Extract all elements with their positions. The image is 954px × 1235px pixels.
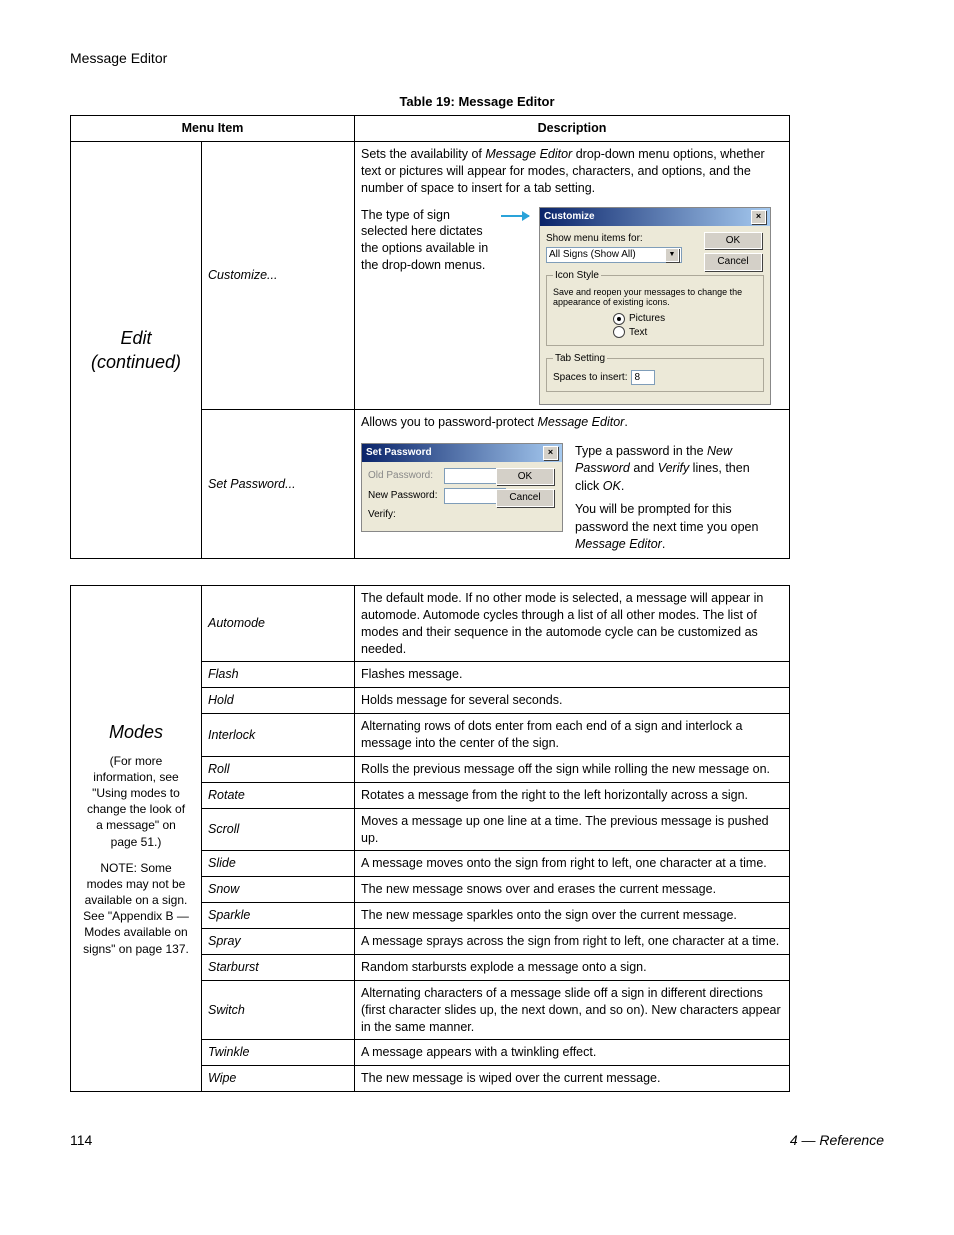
table-modes: Modes (For more information, see "Using m… [70, 585, 790, 1092]
mode-desc: The new message snows over and erases th… [355, 877, 790, 903]
icon-style-hint: Save and reopen your messages to change … [553, 287, 757, 309]
mode-item: Wipe [202, 1066, 355, 1092]
radio-pictures[interactable]: Pictures [613, 312, 757, 326]
mode-desc: Alternating characters of a message slid… [355, 980, 790, 1040]
mode-item: Scroll [202, 808, 355, 851]
radio-icon [613, 313, 625, 325]
edit-heading-line2: (continued) [77, 350, 195, 374]
mode-item: Starburst [202, 954, 355, 980]
col-menu: Menu Item [71, 116, 355, 142]
section-label: 4 — Reference [790, 1132, 884, 1148]
mode-desc: A message appears with a twinkling effec… [355, 1040, 790, 1066]
col-desc: Description [355, 116, 790, 142]
arrow-icon [501, 215, 529, 217]
mode-item: Roll [202, 756, 355, 782]
setpassword-side2: You will be prompted for this password t… [575, 501, 765, 554]
spaces-label: Spaces to insert: [553, 371, 627, 385]
verify-label: Verify: [368, 508, 438, 522]
radio-icon [613, 326, 625, 338]
customize-desc: Sets the availability of Message Editor … [361, 146, 783, 197]
dialog-title-text: Customize [544, 210, 595, 224]
menu-item-customize: Customize... [202, 141, 355, 409]
modes-heading: Modes [77, 720, 195, 744]
setpassword-dialog: Set Password × OK Cancel Old Password: [361, 443, 563, 533]
mode-item: Automode [202, 585, 355, 662]
mode-desc: Holds message for several seconds. [355, 688, 790, 714]
chevron-down-icon[interactable]: ▼ [665, 248, 679, 262]
spaces-input[interactable]: 8 [631, 370, 655, 386]
page-number: 114 [70, 1132, 92, 1148]
icon-style-fieldset: Icon Style Save and reopen your messages… [546, 269, 764, 346]
table-title: Table 19: Message Editor [70, 94, 884, 109]
cancel-button[interactable]: Cancel [704, 253, 762, 271]
mode-item: Snow [202, 877, 355, 903]
mode-item: Interlock [202, 714, 355, 757]
table-edit: Menu Item Description Edit (continued) C… [70, 115, 790, 559]
mode-item: Rotate [202, 782, 355, 808]
menu-item-setpassword: Set Password... [202, 410, 355, 559]
mode-desc: Rolls the previous message off the sign … [355, 756, 790, 782]
close-icon[interactable]: × [543, 446, 558, 460]
setpassword-desc: Allows you to password-protect Message E… [361, 414, 783, 431]
modes-note2: NOTE: Some modes may not be available on… [77, 860, 195, 957]
ok-button[interactable]: OK [496, 468, 554, 486]
close-icon[interactable]: × [751, 210, 766, 224]
mode-desc: Alternating rows of dots enter from each… [355, 714, 790, 757]
mode-desc: Rotates a message from the right to the … [355, 782, 790, 808]
mode-item: Switch [202, 980, 355, 1040]
modes-menu-cell: Modes (For more information, see "Using m… [71, 585, 202, 1091]
tab-setting-fieldset: Tab Setting Spaces to insert: 8 [546, 352, 764, 392]
ok-button[interactable]: OK [704, 232, 762, 250]
mode-desc: Random starbursts explode a message onto… [355, 954, 790, 980]
mode-desc: Flashes message. [355, 662, 790, 688]
mode-desc: A message moves onto the sign from right… [355, 851, 790, 877]
dialog-title-text: Set Password [366, 446, 432, 460]
customize-dialog: Customize × OK Cancel Show menu items fo… [539, 207, 771, 406]
mode-item: Sparkle [202, 903, 355, 929]
cancel-button[interactable]: Cancel [496, 489, 554, 507]
mode-desc: The new message sparkles onto the sign o… [355, 903, 790, 929]
new-password-label: New Password: [368, 489, 438, 503]
mode-item: Twinkle [202, 1040, 355, 1066]
old-password-label: Old Password: [368, 469, 438, 483]
mode-item: Slide [202, 851, 355, 877]
mode-desc: Moves a message up one line at a time. T… [355, 808, 790, 851]
radio-text[interactable]: Text [613, 326, 757, 340]
setpassword-side1: Type a password in the New Password and … [575, 443, 765, 496]
sign-type-select[interactable]: All Signs (Show All) ▼ [546, 247, 682, 263]
mode-desc: A message sprays across the sign from ri… [355, 929, 790, 955]
page-header: Message Editor [70, 50, 884, 66]
mode-desc: The new message is wiped over the curren… [355, 1066, 790, 1092]
modes-note1: (For more information, see "Using modes … [77, 753, 195, 850]
mode-desc: The default mode. If no other mode is se… [355, 585, 790, 662]
mode-item: Spray [202, 929, 355, 955]
mode-item: Hold [202, 688, 355, 714]
mode-item: Flash [202, 662, 355, 688]
customize-side-text: The type of sign selected here dictates … [361, 207, 491, 275]
edit-heading-line1: Edit [77, 326, 195, 350]
